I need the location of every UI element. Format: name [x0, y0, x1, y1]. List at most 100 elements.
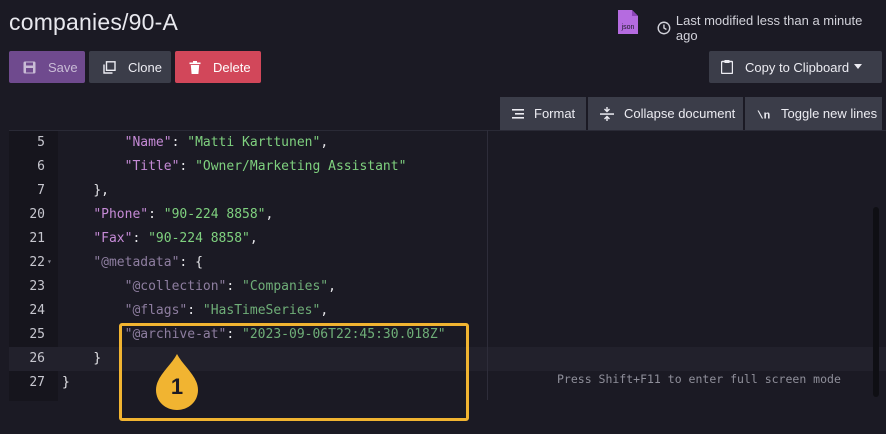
print-margin	[487, 130, 488, 400]
vertical-scrollbar[interactable]	[873, 207, 879, 397]
line-number: 5	[37, 135, 45, 150]
token-key: "Fax"	[93, 231, 133, 246]
code-text: "Title": "Owner/Marketing Assistant"	[62, 155, 407, 179]
token-sep: :	[226, 279, 243, 294]
fold-arrow-icon[interactable]: ▾	[47, 251, 52, 273]
line-number: 25	[29, 327, 45, 342]
fullscreen-hint: Press Shift+F11 to enter full screen mod…	[557, 372, 841, 386]
code-text: "@metadata": {	[62, 251, 203, 275]
token-tail: ,	[249, 231, 258, 246]
line-number: 26	[29, 351, 45, 366]
save-button[interactable]: Save	[9, 51, 85, 83]
token-sep: :	[132, 231, 149, 246]
json-icon-label: json	[621, 24, 635, 31]
token-value: "HasTimeSeries"	[202, 303, 321, 318]
collapse-document-button[interactable]: Collapse document	[588, 97, 743, 130]
line-number: 7	[37, 183, 45, 198]
svg-text:\n: \n	[757, 110, 770, 120]
token-tail: },	[93, 183, 109, 198]
code-text: }	[62, 347, 101, 371]
code-line[interactable]: 22 ▾ "@metadata": {	[9, 251, 886, 275]
clone-label: Clone	[128, 59, 162, 75]
token-value: "Companies"	[242, 279, 329, 294]
token-sep: :	[171, 135, 188, 150]
code-line[interactable]: 7 },	[9, 179, 886, 203]
line-number: 22	[29, 255, 45, 270]
format-button[interactable]: Format	[500, 97, 586, 130]
toggle-label: Toggle new lines	[781, 106, 878, 121]
code-line[interactable]: 23 "@collection": "Companies",	[9, 275, 886, 299]
clipboard-icon	[721, 60, 733, 74]
last-modified-text: Last modified less than a minute ago	[675, 13, 863, 43]
token-tail: ,	[320, 303, 329, 318]
token-value: "Matti Karttunen"	[187, 135, 321, 150]
token-key: "@flags"	[124, 303, 188, 318]
line-number: 20	[29, 207, 45, 222]
toggle-new-lines-button[interactable]: \n Toggle new lines	[745, 97, 882, 130]
page-title: companies/90-A	[9, 9, 178, 35]
code-text: }	[62, 371, 70, 395]
line-number: 6	[37, 159, 45, 174]
code-text: "Phone": "90-224 8858",	[62, 203, 273, 227]
code-text: "Name": "Matti Karttunen",	[62, 131, 329, 155]
chevron-down-icon[interactable]	[854, 64, 862, 70]
save-label: Save	[48, 59, 78, 75]
code-text: "@collection": "Companies",	[62, 275, 336, 299]
token-key: "Phone"	[93, 207, 149, 222]
token-sep: :	[179, 159, 196, 174]
token-sep: :	[187, 303, 203, 318]
newline-icon: \n	[757, 110, 770, 120]
clock-icon	[657, 21, 671, 35]
copy-to-clipboard-button[interactable]: Copy to Clipboard	[709, 51, 882, 83]
clone-button[interactable]: Clone	[89, 51, 171, 83]
code-line[interactable]: 20 "Phone": "90-224 8858",	[9, 203, 886, 227]
token-key: "Title"	[124, 159, 180, 174]
token-tail: ,	[328, 279, 336, 294]
last-modified: Last modified less than a minute ago	[657, 13, 886, 43]
code-text: },	[62, 179, 109, 203]
token-tail: ,	[320, 135, 329, 150]
json-file-icon: json	[618, 10, 638, 34]
delete-label: Delete	[213, 59, 251, 75]
code-line[interactable]: 21 "Fax": "90-224 8858",	[9, 227, 886, 251]
code-line[interactable]: 24 "@flags": "HasTimeSeries",	[9, 299, 886, 323]
token-tail: }	[62, 375, 70, 390]
line-number: 21	[29, 231, 45, 246]
token-key: "Name"	[124, 135, 172, 150]
code-text: "@flags": "HasTimeSeries",	[62, 299, 329, 323]
trash-icon	[189, 60, 201, 74]
callout-number: 1	[170, 374, 184, 399]
token-tail: }	[93, 351, 102, 366]
delete-button[interactable]: Delete	[175, 51, 261, 83]
format-icon	[512, 108, 524, 119]
token-value: "90-224 8858"	[148, 231, 250, 246]
token-value: "90-224 8858"	[163, 207, 266, 222]
token-value: "Owner/Marketing Assistant"	[195, 159, 407, 174]
format-label: Format	[534, 106, 576, 121]
clone-icon	[103, 60, 116, 74]
token-tail: ,	[265, 207, 274, 222]
collapse-icon	[600, 106, 614, 121]
line-number: 27	[29, 375, 45, 390]
token-sep: :	[148, 207, 164, 222]
line-number: 23	[29, 279, 45, 294]
code-line[interactable]: 6 "Title": "Owner/Marketing Assistant"	[9, 155, 886, 179]
collapse-label: Collapse document	[624, 106, 736, 121]
save-icon	[23, 61, 36, 73]
token-sep: :	[179, 255, 196, 270]
token-key: "@metadata"	[93, 255, 180, 270]
copy-label: Copy to Clipboard	[745, 59, 850, 75]
token-tail: {	[195, 255, 203, 270]
token-key: "@collection"	[124, 279, 227, 294]
line-number: 24	[29, 303, 45, 318]
code-line[interactable]: 5 "Name": "Matti Karttunen",	[9, 131, 886, 155]
